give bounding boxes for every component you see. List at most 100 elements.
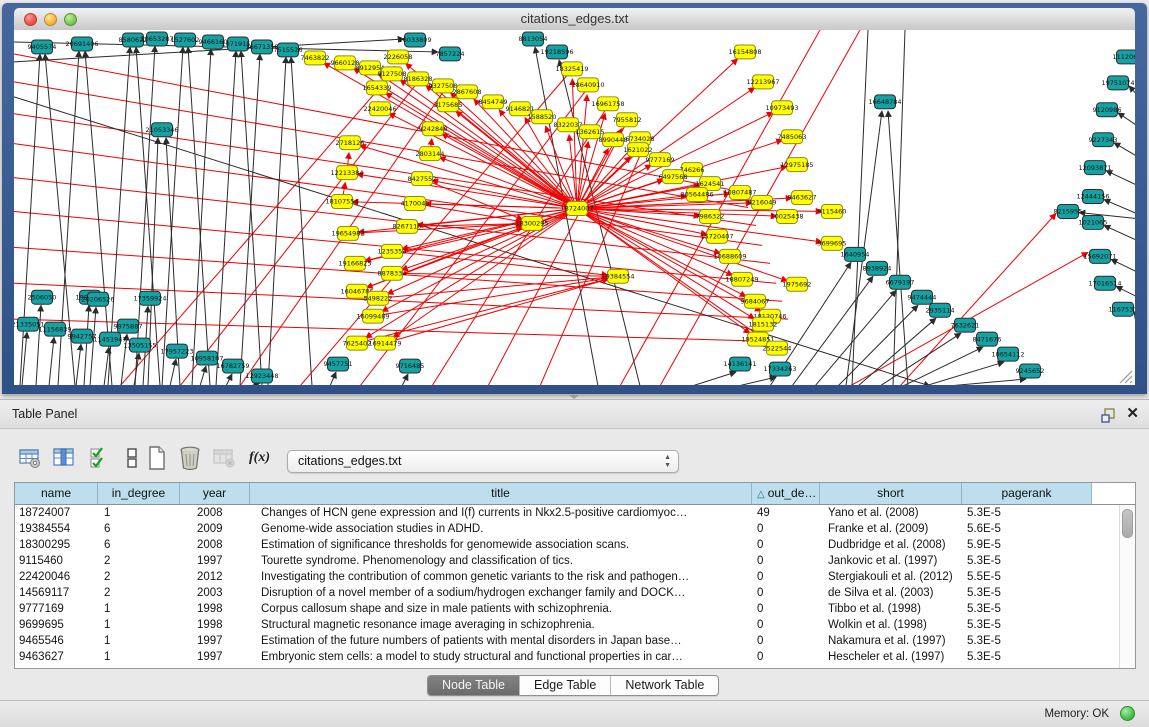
graph-node[interactable]: 2867608: [453, 85, 482, 99]
graph-node[interactable]: 19384554: [601, 269, 634, 283]
graph-node[interactable]: 1654339: [363, 81, 392, 95]
graph-node[interactable]: 1621022: [624, 143, 653, 157]
table-row[interactable]: 1830029562008Estimation of significance …: [15, 537, 1135, 553]
tab-node-table[interactable]: Node Table: [428, 676, 520, 695]
graph-node[interactable]: 9120986: [1093, 103, 1122, 117]
graph-node[interactable]: 16033809: [398, 33, 431, 47]
graph-node[interactable]: 8216049: [748, 196, 777, 210]
graph-node[interactable]: 3175685: [434, 98, 463, 112]
graph-node[interactable]: 9699695: [818, 236, 847, 250]
graph-node[interactable]: 1640954: [841, 247, 870, 261]
graph-node[interactable]: 8878334: [378, 266, 407, 280]
graph-node[interactable]: 9474444: [908, 290, 937, 304]
show-columns-button[interactable]: [50, 444, 77, 471]
graph-node[interactable]: 2718126: [336, 136, 365, 150]
graph-node[interactable]: 7515526: [274, 43, 303, 57]
graph-node[interactable]: 22420046: [363, 102, 396, 116]
graph-node[interactable]: 1815132: [749, 317, 778, 331]
graph-node[interactable]: 9942757: [68, 329, 97, 343]
graph-node[interactable]: 19218596: [540, 45, 573, 59]
table-row[interactable]: 946362711997Embryonic stem cells: a mode…: [15, 649, 1135, 665]
graph-node[interactable]: 1021065: [1079, 215, 1108, 229]
graph-node[interactable]: 20691406: [65, 37, 98, 51]
graph-node[interactable]: 7857224: [436, 47, 465, 61]
graph-node[interactable]: 9115460: [818, 205, 847, 219]
graph-node[interactable]: 12975185: [780, 158, 813, 172]
graph-node[interactable]: 19654982: [331, 226, 364, 240]
graph-node[interactable]: 9242848: [419, 122, 448, 136]
graph-node[interactable]: 2226058: [384, 50, 413, 64]
graph-node[interactable]: 7463822: [301, 51, 330, 65]
graph-node[interactable]: 16099489: [356, 309, 389, 323]
graph-node[interactable]: 1167533: [1109, 302, 1135, 316]
close-panel-icon[interactable]: ✕: [1126, 405, 1139, 423]
graph-node[interactable]: 9716485: [396, 359, 425, 373]
row-height-button[interactable]: [118, 444, 145, 471]
graph-node[interactable]: 1112064: [1113, 50, 1135, 64]
new-table-button[interactable]: [143, 444, 170, 471]
graph-node[interactable]: 7986322: [696, 209, 725, 223]
graph-node[interactable]: 8813054: [519, 32, 548, 46]
graph-node[interactable]: 12213384: [330, 166, 363, 180]
graph-node[interactable]: 15692071: [1083, 249, 1116, 263]
window-titlebar[interactable]: citations_edges.txt: [14, 8, 1135, 31]
tab-network-table[interactable]: Network Table: [611, 676, 718, 695]
graph-node[interactable]: 16648784: [868, 95, 901, 109]
column-header-in_degree[interactable]: in_degree: [98, 483, 180, 504]
graph-node[interactable]: 2803144: [416, 147, 445, 161]
column-header-name[interactable]: name: [15, 483, 98, 504]
graph-node[interactable]: 10688609: [713, 249, 746, 263]
graph-node[interactable]: 8267110: [393, 219, 422, 233]
column-header-out_de[interactable]: △out_de…: [752, 483, 820, 504]
table-selector-dropdown[interactable]: citations_edges.txt ▲▼: [287, 450, 679, 473]
graph-node[interactable]: 1527602: [171, 33, 200, 47]
graph-node[interactable]: 1588520: [528, 110, 557, 124]
select-columns-button[interactable]: [86, 444, 113, 471]
graph-node[interactable]: 18640910: [571, 78, 604, 92]
graph-node[interactable]: 1235353: [378, 244, 407, 258]
float-panel-icon[interactable]: [1101, 407, 1117, 423]
graph-node[interactable]: 9463627: [788, 191, 817, 205]
scrollbar-thumb[interactable]: [1122, 509, 1133, 538]
graph-node[interactable]: 10973493: [765, 101, 798, 115]
graph-node[interactable]: 11451947: [93, 332, 126, 346]
delete-table-button[interactable]: [176, 444, 203, 471]
graph-node[interactable]: 5498222: [364, 291, 393, 305]
graph-node[interactable]: 1975692: [783, 277, 812, 291]
graph-node[interactable]: 8990448: [599, 133, 628, 147]
graph-node[interactable]: 12093871: [1078, 161, 1111, 175]
graph-node[interactable]: 19166825: [338, 256, 371, 270]
graph-node[interactable]: 16154808: [728, 45, 761, 59]
graph-node[interactable]: 8427552: [408, 172, 437, 186]
graph-node[interactable]: 9777169: [646, 153, 675, 167]
graph-node[interactable]: 7955812: [613, 113, 642, 127]
canvas-resize-grip[interactable]: [1120, 371, 1132, 383]
table-row[interactable]: 946554611997Estimation of the future num…: [15, 633, 1135, 649]
memory-status-icon[interactable]: [1120, 706, 1135, 721]
graph-node[interactable]: 19751074: [1101, 76, 1134, 90]
function-builder-button[interactable]: f(x): [246, 444, 273, 471]
graph-node[interactable]: 9227343: [1089, 133, 1118, 147]
graph-node[interactable]: 8454749: [479, 95, 508, 109]
graph-node[interactable]: 8938924: [863, 261, 892, 275]
graph-node[interactable]: 9975887: [114, 319, 143, 333]
graph-node[interactable]: 17359924: [133, 291, 166, 305]
column-header-year[interactable]: year: [180, 483, 250, 504]
graph-node[interactable]: 17016514: [1088, 276, 1121, 290]
graph-node[interactable]: 9684067: [741, 294, 770, 308]
graph-node[interactable]: 8471676: [973, 332, 1002, 346]
graph-node[interactable]: 12444156: [1076, 190, 1109, 204]
network-canvas[interactable]: 1872400774638229660128891295422260589127…: [14, 30, 1135, 385]
graph-node[interactable]: 7632621: [951, 318, 980, 332]
table-row[interactable]: 1456911722003Disruption of a novel membe…: [15, 585, 1135, 601]
graph-node[interactable]: 8215955: [1054, 205, 1083, 219]
graph-node[interactable]: 16961758: [591, 97, 624, 111]
column-header-short[interactable]: short: [820, 483, 962, 504]
graph-node[interactable]: 7625402: [343, 336, 372, 350]
table-row[interactable]: 969969511998Structural magnetic resonanc…: [15, 617, 1135, 633]
graph-node[interactable]: 7485063: [778, 130, 807, 144]
graph-node[interactable]: 2506050: [28, 290, 57, 304]
graph-node[interactable]: 2935114: [926, 303, 955, 317]
graph-node[interactable]: 9245652: [1016, 364, 1045, 378]
table-row[interactable]: 911546021997Tourette syndrome. Phenomeno…: [15, 553, 1135, 569]
